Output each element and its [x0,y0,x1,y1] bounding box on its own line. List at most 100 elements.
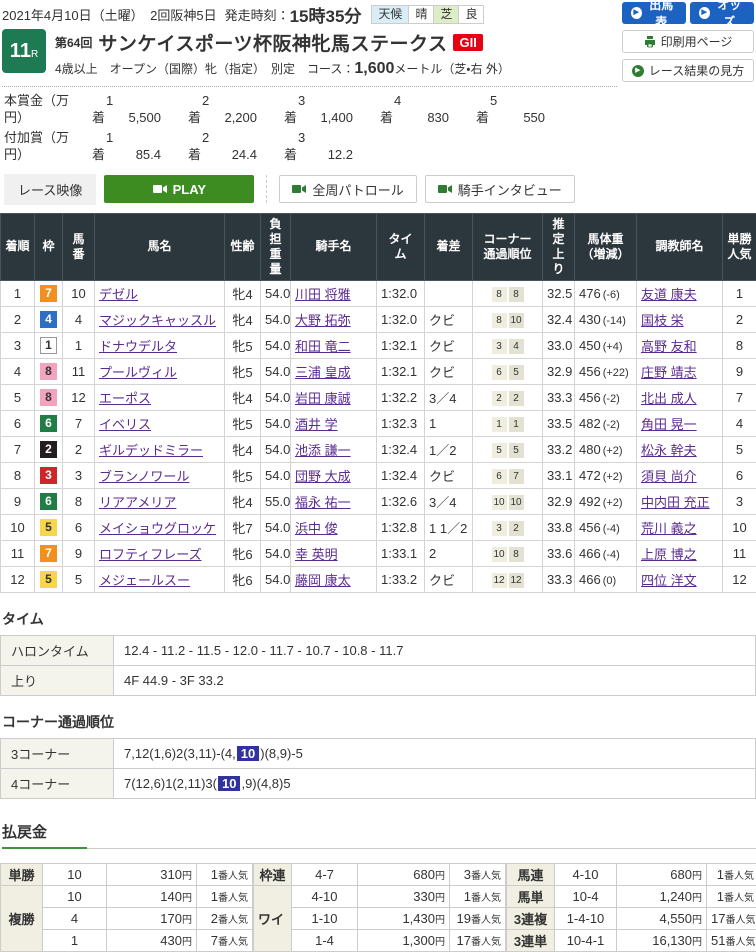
race-header: 11R 第64回 サンケイスポーツ杯阪神牝馬ステークス GII 4歳以上 オープ… [2,29,617,78]
circle-arrow-icon [632,65,644,77]
jockey-link[interactable]: 藤岡 康太 [295,573,351,588]
trainer-link[interactable]: 角田 晃一 [641,417,697,432]
col-last-3f: 推 定 上 り [543,213,575,280]
frame-badge: 7 [40,285,57,302]
vertical-divider [266,175,267,203]
jockey-link[interactable]: 福永 祐一 [295,495,351,510]
prize-item: 2着24.4 [188,130,284,164]
exacta-label: 馬単 [507,885,555,907]
printer-icon [644,36,656,48]
payout-table-exacta-trio: 馬連4-10680円1番人気 馬単10-41,240円1番人気 3連複1-4-1… [506,863,756,952]
trainer-link[interactable]: 北出 成人 [641,391,697,406]
video-camera-icon [438,184,452,194]
trainer-link[interactable]: 中内田 充正 [641,495,710,510]
furlong-time-label: ハロンタイム [1,635,114,665]
quinella-label: 馬連 [507,863,555,885]
col-sex-age: 性齢 [225,213,261,280]
payout-tables: 単勝10310円1番人気 複勝10140円1番人気 4170円2番人気 1430… [0,863,756,952]
col-horse-weight: 馬体重 （増減） [575,213,637,280]
horse-link[interactable]: ドナウデルタ [99,339,177,354]
jockey-link[interactable]: 浜中 俊 [295,521,338,536]
race-number-suffix: R [31,49,38,60]
horse-link[interactable]: リアアメリア [99,495,176,510]
play-video-button[interactable]: PLAY [104,175,254,203]
trainer-link[interactable]: 友道 康夫 [641,287,697,302]
table-row: 244マジックキャッスル牝454.0大野 拓弥1:32.0クビ81032.443… [1,306,756,332]
trainer-link[interactable]: 庄野 靖志 [641,365,697,380]
table-row: 667イベリス牝554.0酒井 学1:32.311133.5482(-2)角田 … [1,410,756,436]
last-furlongs-label: 上り [1,665,114,695]
trainer-link[interactable]: 松永 幹夫 [641,443,697,458]
results-guide-button[interactable]: レース結果の見方 [622,59,754,82]
weather-value-chip: 晴 [408,5,434,24]
main-prize-label: 本賞金（万 円） [4,93,92,127]
jockey-link[interactable]: 岩田 康誠 [295,391,351,406]
col-time: タイ ム [377,213,425,280]
horse-link[interactable]: イベリス [99,417,151,432]
horse-link[interactable]: メイショウグロッケ [99,521,216,536]
trainer-link[interactable]: 荒川 義之 [641,521,697,536]
trainer-link[interactable]: 上原 博之 [641,547,697,562]
horse-link[interactable]: ブランノワール [99,469,189,484]
table-row: 1179ロフティフレーズ牝654.0幸 英明1:33.1210833.6466(… [1,540,756,566]
prize-item: 1着5,500 [92,93,188,127]
interview-label: 騎手インタビュー [458,180,562,199]
prize-item: 1着85.4 [92,130,188,164]
col-margin: 着差 [425,213,473,280]
table-row: 1710デゼル牝454.0川田 将雅1:32.08832.5476(-6)友道 … [1,280,756,306]
horse-link[interactable]: メジェールスー [99,573,190,588]
horse-link[interactable]: ギルデッドミラー [99,443,203,458]
jockey-link[interactable]: 池添 謙一 [295,443,351,458]
jockey-link[interactable]: 幸 英明 [295,547,338,562]
race-number: 11 [10,40,31,63]
prize-item: 4着830 [380,93,476,127]
video-camera-icon [153,184,167,194]
trio-label: 3連複 [507,907,555,929]
trainer-link[interactable]: 国枝 栄 [641,313,684,328]
trainer-link[interactable]: 高野 友和 [641,339,697,354]
col-corner-order: コーナー 通過順位 [473,213,543,280]
horse-link[interactable]: デゼル [99,287,138,302]
col-win-favorite: 単勝 人気 [723,213,756,280]
entry-table-button[interactable]: 出馬表 [622,2,686,24]
results-guide-label: レース結果の見方 [649,62,744,79]
jockey-link[interactable]: 大野 拓弥 [295,313,351,328]
patrol-video-button[interactable]: 全周パトロール [279,175,416,203]
print-page-button[interactable]: 印刷用ページ [622,30,754,53]
table-row: 1255メジェールスー牝654.0藤岡 康太1:33.2クビ121233.346… [1,566,756,592]
frame-badge: 8 [40,389,57,406]
grade-badge: GII [453,34,482,51]
winner-highlight: 10 [237,746,259,761]
page-top: 2021年4月10日（土曜） 2回阪神5日 発走時刻： 15時35分 天候晴 芝… [0,0,756,205]
jockey-link[interactable]: 三浦 皇成 [295,365,351,380]
start-time: 15時35分 [290,2,362,27]
race-video-label: レース映像 [4,174,96,205]
play-label: PLAY [173,182,206,197]
prize-money-block: 本賞金（万 円） 1着5,500 2着2,200 3着1,400 4着830 5… [2,93,617,164]
payout-row: 3連複1-4-104,550円17番人気 [507,907,756,929]
jockey-link[interactable]: 和田 竜二 [295,339,351,354]
race-title: サンケイスポーツ杯阪神牝馬ステークス [98,29,447,56]
col-jockey: 騎手名 [291,213,377,280]
jockey-interview-button[interactable]: 騎手インタビュー [425,175,575,203]
time-table: ハロンタイム12.4 - 11.2 - 11.5 - 12.0 - 11.7 -… [0,635,756,696]
odds-button[interactable]: オッズ [690,2,754,24]
horse-link[interactable]: マジックキャッスル [99,313,216,328]
race-edition: 第64回 [55,34,92,51]
horse-link[interactable]: ロフティフレーズ [99,547,202,562]
trainer-link[interactable]: 須貝 尚介 [641,469,697,484]
trifecta-label: 3連単 [507,929,555,951]
trainer-link[interactable]: 四位 洋文 [641,573,697,588]
circle-arrow-icon [699,7,710,19]
payout-row: 3連単10-4-116,130円51番人気 [507,929,756,951]
payout-section-heading: 払戻金 [2,821,756,849]
frame-badge: 2 [40,441,57,458]
horse-link[interactable]: エーポス [99,391,151,406]
odds-label: オッズ [714,0,746,30]
jockey-link[interactable]: 川田 将雅 [295,287,351,302]
frame-badge: 6 [40,415,57,432]
jockey-link[interactable]: 団野 大成 [295,469,351,484]
turf-label-chip: 芝 [433,5,459,24]
horse-link[interactable]: プールヴィル [99,365,177,380]
jockey-link[interactable]: 酒井 学 [295,417,338,432]
